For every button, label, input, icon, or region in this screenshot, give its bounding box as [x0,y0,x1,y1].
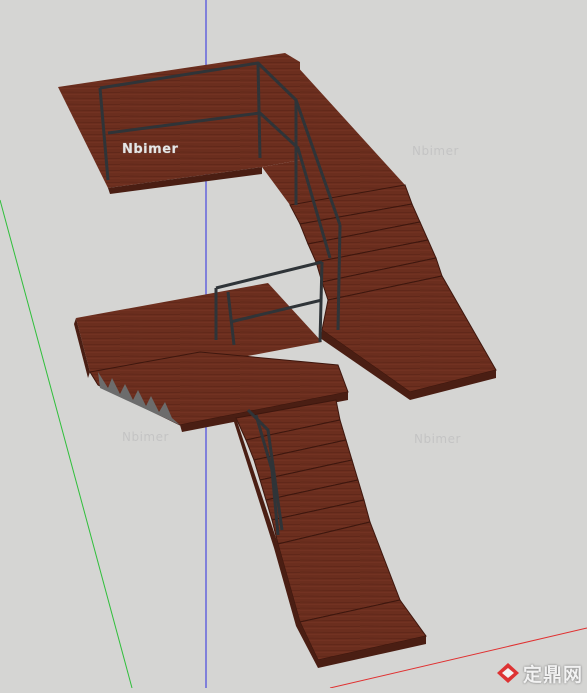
brand-logo: 定鼎网 [496,660,583,686]
watermark-repeat: Nbimer [412,144,459,158]
green-axis [0,199,133,689]
model-viewport[interactable] [0,0,587,689]
watermark-repeat: Nbimer [414,432,461,446]
watermark-main: Nbimer [122,142,179,157]
watermark-repeat: Nbimer [122,430,169,444]
brand-text: 定鼎网 [522,663,583,686]
diamond-logo-icon [496,663,519,683]
staircase-model [0,0,587,689]
